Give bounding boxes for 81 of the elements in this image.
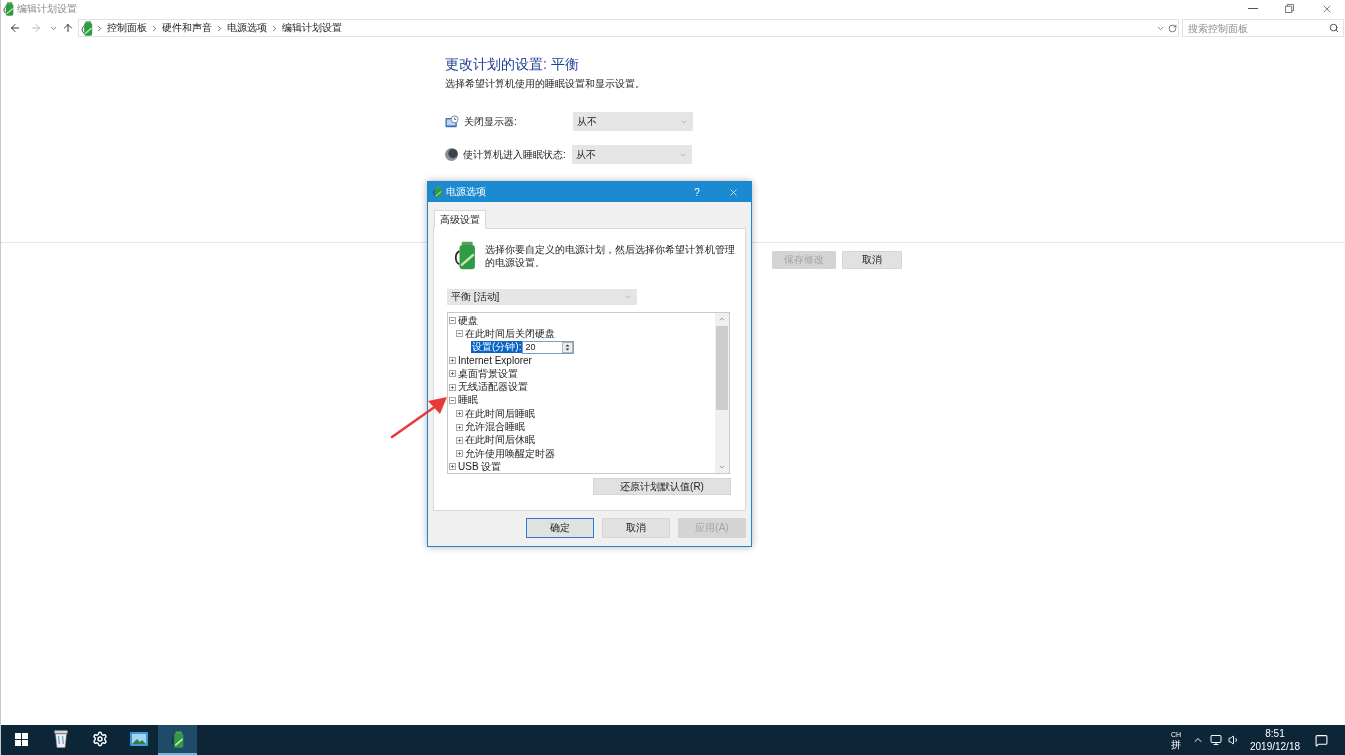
search-field[interactable]: 搜索控制面板 [1182,19,1344,37]
expand-icon[interactable] [456,450,463,458]
battery-icon [3,1,14,16]
spin-arrows-icon[interactable] [562,341,574,353]
tree-item[interactable]: 睡眠 [457,394,479,407]
cancel-button[interactable]: 取消 [602,518,670,538]
volume-icon[interactable] [1227,734,1240,746]
chevron-right-icon[interactable] [270,23,279,33]
setting-label: 使计算机进入睡眠状态: [463,147,567,162]
intro-text: 选择你要自定义的电源计划，然后选择你希望计算机管理的电源设置。 [485,243,736,269]
expand-icon[interactable] [449,383,456,391]
scroll-up-icon[interactable] [718,315,726,323]
windows-start-icon[interactable] [14,732,28,746]
dropdown[interactable]: 从不 [572,145,692,164]
picture-icon[interactable] [129,732,148,746]
dialog-title: 电源选项 [446,185,486,199]
minimize-icon[interactable] [1247,8,1258,9]
page-description: 选择希望计算机使用的睡眠设置和显示设置。 [445,77,646,91]
collapse-icon[interactable] [449,317,456,325]
up-icon[interactable] [62,22,74,34]
tab[interactable]: 高级设置 [434,210,486,229]
battery-icon [433,186,442,198]
tree-item[interactable]: 在此时间后睡眠 [464,407,536,420]
scroll-down-icon[interactable] [718,463,726,471]
page-heading: 更改计划的设置: 平衡 [445,56,580,72]
setting-label[interactable]: 设置(分钟): [471,341,523,354]
input-mode-indicator[interactable]: 拼 [1171,738,1181,751]
monitor-icon[interactable] [1210,734,1222,746]
expand-icon[interactable] [449,357,456,365]
breadcrumb-link[interactable]: 电源选项 [226,21,268,35]
monitor-clock-icon [445,115,459,128]
back-icon[interactable] [8,22,21,34]
breadcrumb-link[interactable]: 编辑计划设置 [281,21,343,35]
restore-defaults-button[interactable]: 还原计划默认值(R) [593,478,731,495]
tree-item[interactable]: 硬盘 [457,314,479,327]
tree-item[interactable]: Internet Explorer [457,354,533,367]
chevron-down-icon [624,293,632,301]
setting-label: 关闭显示器: [464,114,518,129]
expand-icon[interactable] [456,436,463,444]
expand-icon[interactable] [449,463,456,471]
help-button[interactable]: ? [679,182,715,202]
clock-time[interactable]: 8:51 [1265,727,1285,740]
tree-item[interactable]: 允许使用唤醒定时器 [464,447,556,460]
battery-icon[interactable] [171,730,184,748]
collapse-icon[interactable] [456,330,463,338]
tree-item[interactable]: 在此时间后关闭硬盘 [464,327,556,340]
clock-date[interactable]: 2019/12/18 [1249,740,1301,753]
collapse-icon[interactable] [449,396,456,404]
tree-item[interactable]: 桌面背景设置 [457,367,519,380]
notification-icon[interactable] [1314,733,1328,747]
restore-icon[interactable] [1285,4,1294,13]
chevron-right-icon[interactable] [150,23,159,33]
tree-item[interactable]: USB 设置 [457,460,503,473]
cancel-button[interactable]: 取消 [842,251,902,269]
expand-icon[interactable] [449,370,456,378]
breadcrumb-link[interactable]: 控制面板 [106,21,148,35]
trash-icon[interactable] [53,730,68,748]
settings-icon[interactable] [91,731,108,747]
scrollbar-thumb[interactable] [716,326,728,410]
battery-icon [81,20,93,36]
minutes-spin-field[interactable]: 20 [522,340,575,354]
tree-item[interactable]: 无线适配器设置 [457,381,529,394]
window-title: 编辑计划设置 [17,1,77,16]
search-icon[interactable] [1329,23,1339,33]
battery-icon [454,241,476,270]
address-bar[interactable]: 控制面板 硬件和声音 电源选项 编辑计划设置 [78,19,1179,37]
ok-button[interactable]: 确定 [526,518,594,538]
scrollbar[interactable] [715,313,729,473]
refresh-icon[interactable] [1167,23,1177,33]
plan-dropdown[interactable]: 平衡 [活动] [447,289,637,305]
close-icon[interactable] [727,186,739,198]
chevron-right-icon[interactable] [215,23,224,33]
breadcrumb-link[interactable]: 硬件和声音 [161,21,213,35]
moon-icon [445,148,458,161]
expand-icon[interactable] [456,410,463,418]
dropdown[interactable]: 从不 [573,112,693,131]
expand-icon[interactable] [456,423,463,431]
annotation-arrow [390,395,448,439]
tree-item[interactable]: 允许混合睡眠 [464,421,526,433]
tree-item[interactable]: 在此时间后休眠 [464,434,536,447]
chevron-right-icon[interactable] [95,23,104,33]
